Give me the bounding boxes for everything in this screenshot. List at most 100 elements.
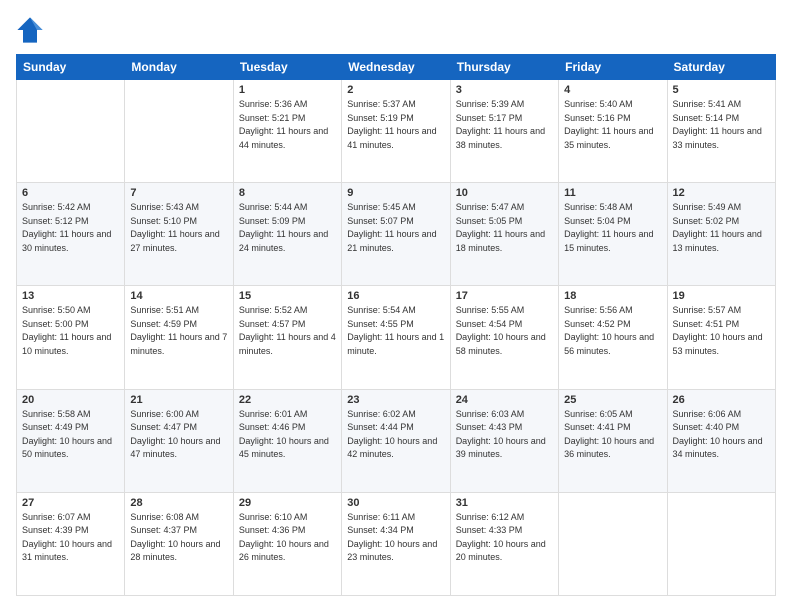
day-number: 18: [564, 290, 661, 302]
calendar-cell: 3Sunrise: 5:39 AM Sunset: 5:17 PM Daylig…: [450, 80, 558, 183]
day-info: Sunrise: 5:49 AM Sunset: 5:02 PM Dayligh…: [673, 201, 770, 255]
day-number: 5: [673, 84, 770, 96]
day-number: 2: [347, 84, 444, 96]
calendar-cell: 2 Sunrise: 5:37 AM Sunset: 5:19 PM Daylig…: [342, 80, 450, 183]
day-number: 21: [130, 394, 227, 406]
day-info: Sunrise: 6:06 AM Sunset: 4:40 PM Dayligh…: [673, 408, 770, 462]
day-number: 15: [239, 290, 336, 302]
weekday-header: Friday: [559, 55, 667, 80]
day-number: 11: [564, 187, 661, 199]
calendar-cell: 16 Sunrise: 5:54 AM Sunset: 4:55 PM Dayli…: [342, 286, 450, 389]
weekday-header: Tuesday: [233, 55, 341, 80]
day-number: 8: [239, 187, 336, 199]
weekday-header: Thursday: [450, 55, 558, 80]
day-number: 9: [347, 187, 444, 199]
day-number: 25: [564, 394, 661, 406]
day-info: Sunrise: 6:08 AM Sunset: 4:37 PM Dayligh…: [130, 511, 227, 565]
calendar-cell: 13Sunrise: 5:50 AM Sunset: 5:00 PM Dayli…: [17, 286, 125, 389]
weekday-header: Wednesday: [342, 55, 450, 80]
calendar-cell: 1 Sunrise: 5:36 AM Sunset: 5:21 PM Daylig…: [233, 80, 341, 183]
day-info: Sunrise: 6:05 AM Sunset: 4:41 PM Dayligh…: [564, 408, 661, 462]
calendar-cell: 26 Sunrise: 6:06 AM Sunset: 4:40 PM Dayli…: [667, 389, 775, 492]
calendar-cell: 14 Sunrise: 5:51 AM Sunset: 4:59 PM Dayli…: [125, 286, 233, 389]
calendar-cell: 11 Sunrise: 5:48 AM Sunset: 5:04 PM Dayli…: [559, 183, 667, 286]
day-number: 31: [456, 497, 553, 509]
day-number: 24: [456, 394, 553, 406]
day-info: Sunrise: 6:12 AM Sunset: 4:33 PM Dayligh…: [456, 511, 553, 565]
weekday-header: Sunday: [17, 55, 125, 80]
day-number: 16: [347, 290, 444, 302]
calendar-cell: [559, 492, 667, 595]
day-info: Sunrise: 5:42 AM Sunset: 5:12 PM Dayligh…: [22, 201, 119, 255]
day-info: Sunrise: 5:47 AM Sunset: 5:05 PM Dayligh…: [456, 201, 553, 255]
calendar-table: SundayMondayTuesdayWednesdayThursdayFrid…: [16, 54, 776, 596]
day-info: Sunrise: 5:55 AM Sunset: 4:54 PM Dayligh…: [456, 304, 553, 358]
day-info: Sunrise: 5:51 AM Sunset: 4:59 PM Dayligh…: [130, 304, 227, 358]
calendar-cell: 28 Sunrise: 6:08 AM Sunset: 4:37 PM Dayli…: [125, 492, 233, 595]
day-info: Sunrise: 5:45 AM Sunset: 5:07 PM Dayligh…: [347, 201, 444, 255]
calendar-cell: 29Sunrise: 6:10 AM Sunset: 4:36 PM Dayli…: [233, 492, 341, 595]
day-number: 3: [456, 84, 553, 96]
day-number: 28: [130, 497, 227, 509]
calendar-cell: 17 Sunrise: 5:55 AM Sunset: 4:54 PM Dayli…: [450, 286, 558, 389]
calendar-cell: [667, 492, 775, 595]
calendar-cell: 20Sunrise: 5:58 AM Sunset: 4:49 PM Dayli…: [17, 389, 125, 492]
calendar-cell: 22 Sunrise: 6:01 AM Sunset: 4:46 PM Dayli…: [233, 389, 341, 492]
calendar-cell: 31 Sunrise: 6:12 AM Sunset: 4:33 PM Dayli…: [450, 492, 558, 595]
day-info: Sunrise: 5:52 AM Sunset: 4:57 PM Dayligh…: [239, 304, 336, 358]
calendar-cell: 27Sunrise: 6:07 AM Sunset: 4:39 PM Dayli…: [17, 492, 125, 595]
calendar-cell: 21 Sunrise: 6:00 AM Sunset: 4:47 PM Dayli…: [125, 389, 233, 492]
day-number: 4: [564, 84, 661, 96]
day-number: 23: [347, 394, 444, 406]
calendar-cell: 6 Sunrise: 5:42 AM Sunset: 5:12 PM Daylig…: [17, 183, 125, 286]
day-info: Sunrise: 6:00 AM Sunset: 4:47 PM Dayligh…: [130, 408, 227, 462]
calendar-cell: 10 Sunrise: 5:47 AM Sunset: 5:05 PM Dayli…: [450, 183, 558, 286]
day-info: Sunrise: 5:44 AM Sunset: 5:09 PM Dayligh…: [239, 201, 336, 255]
calendar-cell: 30Sunrise: 6:11 AM Sunset: 4:34 PM Dayli…: [342, 492, 450, 595]
day-number: 19: [673, 290, 770, 302]
calendar-cell: 5 Sunrise: 5:41 AM Sunset: 5:14 PM Daylig…: [667, 80, 775, 183]
day-number: 7: [130, 187, 227, 199]
day-info: Sunrise: 6:01 AM Sunset: 4:46 PM Dayligh…: [239, 408, 336, 462]
calendar-cell: 4 Sunrise: 5:40 AM Sunset: 5:16 PM Daylig…: [559, 80, 667, 183]
page: SundayMondayTuesdayWednesdayThursdayFrid…: [0, 0, 792, 612]
day-number: 26: [673, 394, 770, 406]
day-info: Sunrise: 6:10 AM Sunset: 4:36 PM Dayligh…: [239, 511, 336, 565]
calendar-cell: 18 Sunrise: 5:56 AM Sunset: 4:52 PM Dayli…: [559, 286, 667, 389]
day-info: Sunrise: 5:56 AM Sunset: 4:52 PM Dayligh…: [564, 304, 661, 358]
calendar-cell: 24 Sunrise: 6:03 AM Sunset: 4:43 PM Dayli…: [450, 389, 558, 492]
calendar-cell: [125, 80, 233, 183]
calendar-week-row: 6 Sunrise: 5:42 AM Sunset: 5:12 PM Daylig…: [17, 183, 776, 286]
day-number: 10: [456, 187, 553, 199]
day-info: Sunrise: 6:07 AM Sunset: 4:39 PM Dayligh…: [22, 511, 119, 565]
calendar-week-row: 1 Sunrise: 5:36 AM Sunset: 5:21 PM Daylig…: [17, 80, 776, 183]
weekday-header: Monday: [125, 55, 233, 80]
calendar-cell: [17, 80, 125, 183]
day-info: Sunrise: 5:48 AM Sunset: 5:04 PM Dayligh…: [564, 201, 661, 255]
day-info: Sunrise: 6:03 AM Sunset: 4:43 PM Dayligh…: [456, 408, 553, 462]
weekday-header: Saturday: [667, 55, 775, 80]
day-info: Sunrise: 6:02 AM Sunset: 4:44 PM Dayligh…: [347, 408, 444, 462]
calendar-cell: 8 Sunrise: 5:44 AM Sunset: 5:09 PM Daylig…: [233, 183, 341, 286]
calendar-cell: 15 Sunrise: 5:52 AM Sunset: 4:57 PM Dayli…: [233, 286, 341, 389]
day-info: Sunrise: 5:37 AM Sunset: 5:19 PM Dayligh…: [347, 98, 444, 152]
calendar-cell: 25 Sunrise: 6:05 AM Sunset: 4:41 PM Dayli…: [559, 389, 667, 492]
header: [16, 16, 776, 44]
calendar-week-row: 20Sunrise: 5:58 AM Sunset: 4:49 PM Dayli…: [17, 389, 776, 492]
day-number: 17: [456, 290, 553, 302]
calendar-week-row: 13Sunrise: 5:50 AM Sunset: 5:00 PM Dayli…: [17, 286, 776, 389]
calendar-cell: 23 Sunrise: 6:02 AM Sunset: 4:44 PM Dayli…: [342, 389, 450, 492]
day-info: Sunrise: 5:40 AM Sunset: 5:16 PM Dayligh…: [564, 98, 661, 152]
day-info: Sunrise: 5:41 AM Sunset: 5:14 PM Dayligh…: [673, 98, 770, 152]
day-number: 14: [130, 290, 227, 302]
day-number: 22: [239, 394, 336, 406]
day-number: 1: [239, 84, 336, 96]
day-info: Sunrise: 5:54 AM Sunset: 4:55 PM Dayligh…: [347, 304, 444, 358]
day-number: 6: [22, 187, 119, 199]
day-info: Sunrise: 5:50 AM Sunset: 5:00 PM Dayligh…: [22, 304, 119, 358]
day-info: Sunrise: 5:36 AM Sunset: 5:21 PM Dayligh…: [239, 98, 336, 152]
calendar-cell: 7Sunrise: 5:43 AM Sunset: 5:10 PM Daylig…: [125, 183, 233, 286]
calendar-header-row: SundayMondayTuesdayWednesdayThursdayFrid…: [17, 55, 776, 80]
day-info: Sunrise: 6:11 AM Sunset: 4:34 PM Dayligh…: [347, 511, 444, 565]
calendar-cell: 19Sunrise: 5:57 AM Sunset: 4:51 PM Dayli…: [667, 286, 775, 389]
